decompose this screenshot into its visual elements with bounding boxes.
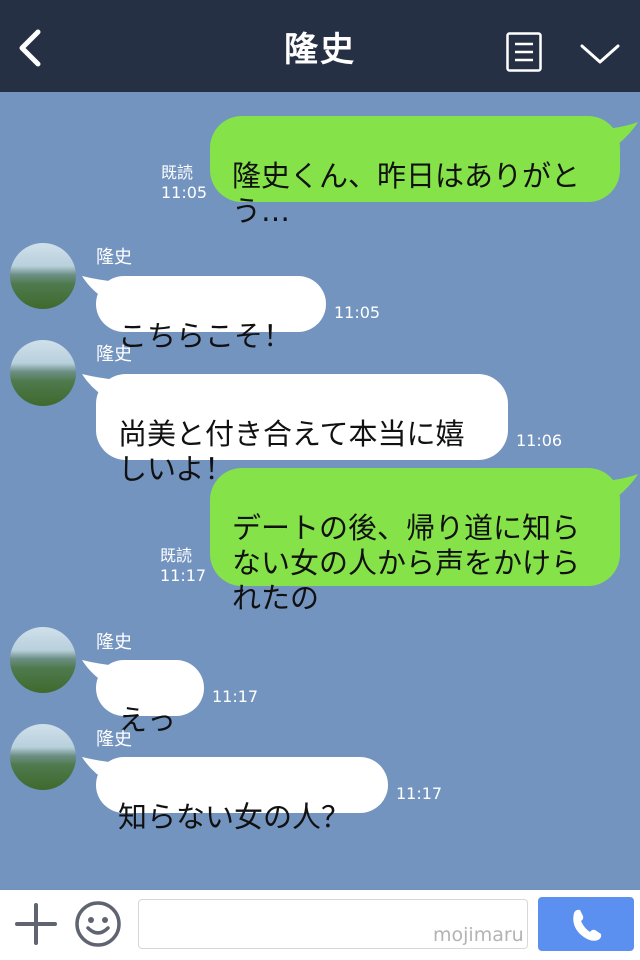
avatar[interactable] xyxy=(10,340,76,406)
avatar[interactable] xyxy=(10,243,76,309)
avatar[interactable] xyxy=(10,627,76,693)
message-time: 11:06 xyxy=(516,431,563,450)
collapse-button[interactable] xyxy=(579,38,621,68)
sender-name: 隆史 xyxy=(96,729,132,750)
read-receipt: 既読 11:17 xyxy=(160,546,207,585)
chat-area[interactable]: 既読 11:05 隆史くん、昨日はありがと う… 隆史 こちらこそ！ 11:05… xyxy=(0,92,640,890)
menu-button[interactable] xyxy=(506,32,542,72)
message-text: 隆史くん、昨日はありがと う… xyxy=(232,159,581,228)
sender-name: 隆史 xyxy=(96,247,132,268)
message-bubble-sent[interactable]: 隆史くん、昨日はありがと う… xyxy=(210,116,620,228)
message-composer: mojimaru xyxy=(0,890,640,960)
message-bubble-sent[interactable]: デートの後、帰り道に知ら ない女の人から声をかけら れたの xyxy=(210,468,620,615)
emoji-button[interactable] xyxy=(74,900,122,948)
message-text: デートの後、帰り道に知ら ない女の人から声をかけら れたの xyxy=(232,511,581,615)
chevron-down-icon xyxy=(580,44,620,64)
message-time: 11:17 xyxy=(396,784,443,803)
phone-icon xyxy=(573,909,602,941)
sender-name: 隆史 xyxy=(96,344,132,365)
avatar[interactable] xyxy=(10,724,76,790)
message-time: 11:17 xyxy=(212,687,259,706)
message-text: 知らない女の人？ xyxy=(118,800,351,834)
emoji-icon xyxy=(75,901,121,947)
sender-name: 隆史 xyxy=(96,632,132,653)
message-time: 11:05 xyxy=(334,303,381,322)
back-button[interactable] xyxy=(14,28,48,68)
message-bubble-received[interactable]: えっ xyxy=(96,660,204,737)
read-receipt: 既読 11:05 xyxy=(161,163,208,202)
chevron-left-icon xyxy=(19,29,41,67)
list-icon xyxy=(506,32,542,72)
call-button[interactable] xyxy=(538,897,634,951)
watermark: mojimaru xyxy=(433,924,524,946)
chat-header: 隆史 xyxy=(0,0,640,92)
plus-icon xyxy=(15,903,57,945)
message-bubble-received[interactable]: 知らない女の人？ xyxy=(96,757,388,834)
message-bubble-received[interactable]: 尚美と付き合えて本当に嬉 しいよ！ xyxy=(96,374,508,486)
message-text: こちらこそ！ xyxy=(118,319,293,353)
message-bubble-received[interactable]: こちらこそ！ xyxy=(96,276,326,353)
add-button[interactable] xyxy=(14,902,58,946)
chat-title: 隆史 xyxy=(284,30,356,70)
